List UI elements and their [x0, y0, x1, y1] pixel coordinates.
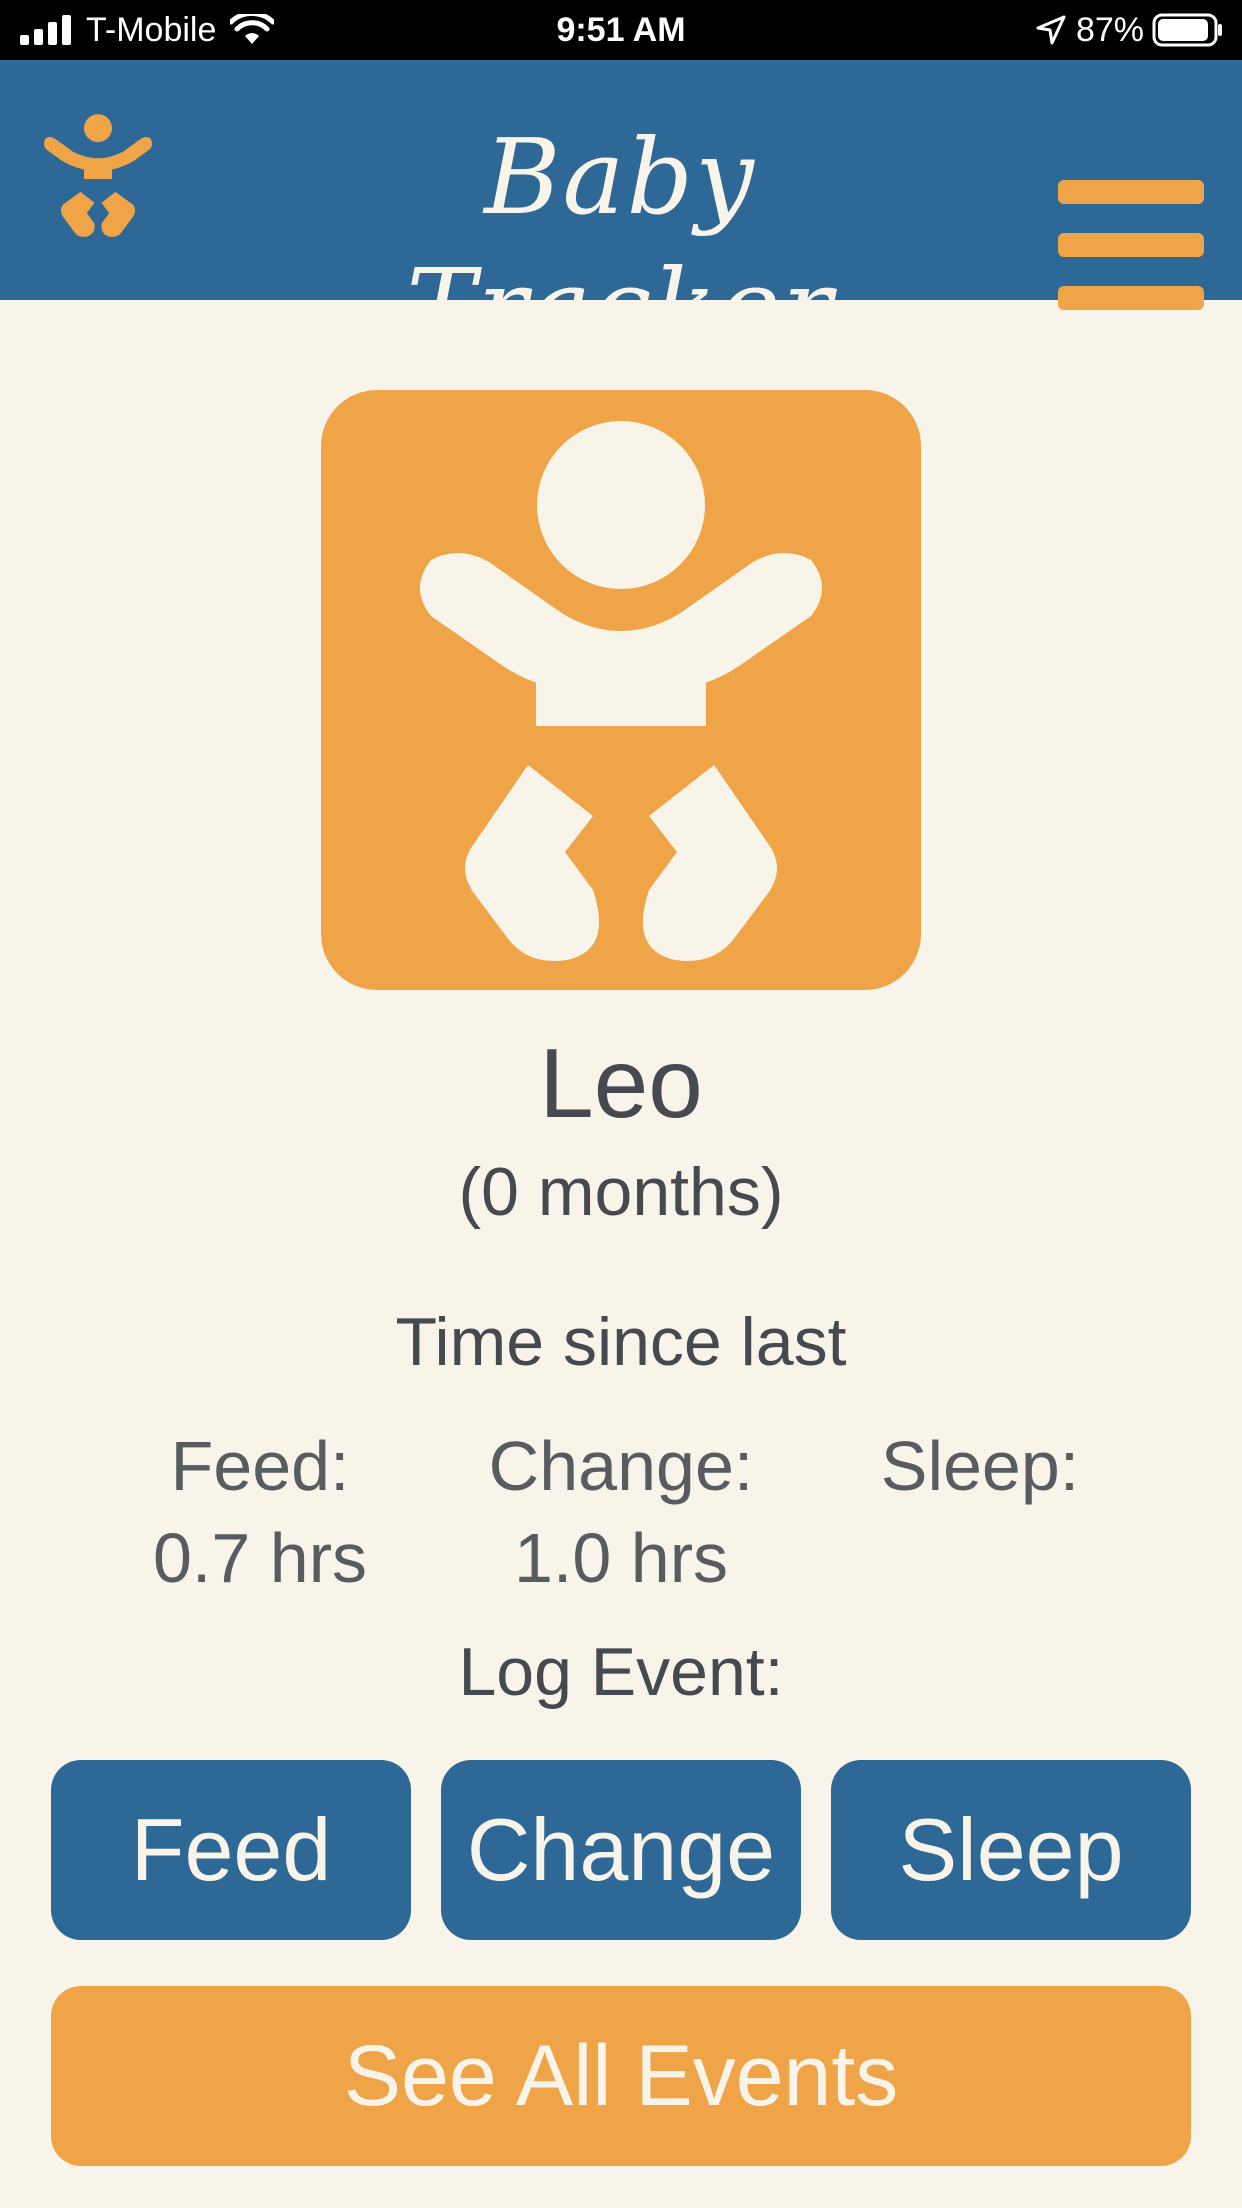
app-title: Baby Tracker	[406, 116, 834, 368]
battery-icon	[1152, 13, 1222, 47]
see-all-events-button[interactable]: See All Events	[51, 1986, 1191, 2166]
since-feed: Feed: 0.7 hrs	[110, 1420, 410, 1604]
menu-bar	[1058, 180, 1204, 204]
since-feed-label: Feed:	[170, 1427, 350, 1505]
baby-age: (0 months)	[458, 1154, 784, 1230]
menu-bar	[1058, 286, 1204, 310]
status-bar: T-Mobile 9:51 AM 87%	[0, 0, 1242, 60]
since-sleep-label: Sleep:	[880, 1427, 1080, 1505]
log-change-button[interactable]: Change	[441, 1760, 801, 1940]
battery-percent: 87%	[1075, 11, 1144, 49]
log-feed-button[interactable]: Feed	[51, 1760, 411, 1940]
hamburger-menu-icon[interactable]	[1058, 180, 1204, 310]
app-header: Baby Tracker	[0, 60, 1242, 368]
since-change: Change: 1.0 hrs	[471, 1420, 771, 1604]
log-sleep-button[interactable]: Sleep	[831, 1760, 1191, 1940]
baby-avatar[interactable]	[321, 390, 921, 990]
since-sleep: Sleep:	[830, 1420, 1130, 1604]
baby-name: Leo	[539, 1028, 703, 1138]
baby-icon	[420, 421, 822, 961]
since-sleep-value	[830, 1512, 1130, 1604]
since-change-value: 1.0 hrs	[514, 1519, 728, 1597]
since-feed-value: 0.7 hrs	[153, 1519, 367, 1597]
since-change-label: Change:	[488, 1427, 754, 1505]
menu-bar	[1058, 233, 1204, 257]
time-since-heading: Time since last	[395, 1304, 847, 1380]
location-arrow-icon	[1036, 15, 1066, 45]
log-event-heading: Log Event:	[458, 1634, 784, 1710]
status-right: 87%	[1036, 8, 1224, 52]
baby-icon[interactable]	[28, 84, 168, 274]
